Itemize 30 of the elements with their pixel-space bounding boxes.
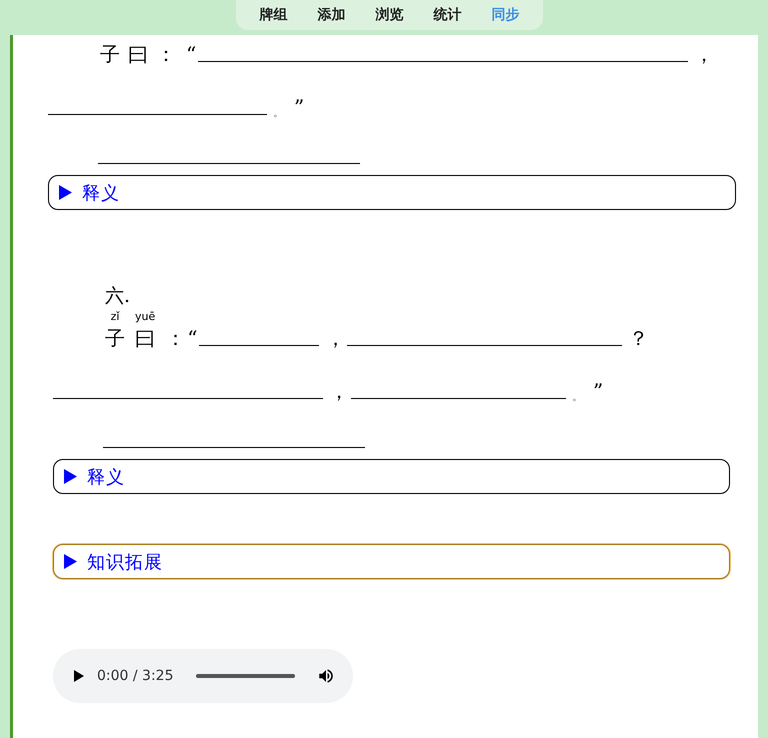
triangle-icon: [59, 185, 72, 200]
triangle-icon: [64, 554, 77, 569]
play-icon[interactable]: [73, 669, 85, 683]
verse-text: ，: [329, 378, 349, 405]
item-number: 六.: [105, 285, 130, 307]
verse-text: ？: [628, 325, 648, 352]
verse-text: “: [187, 325, 198, 352]
disclosure-summary[interactable]: 释义: [48, 175, 736, 210]
verse-text: “: [186, 41, 196, 68]
verse-text: ：: [165, 325, 186, 352]
verse-text: 子曰：: [100, 41, 184, 68]
disclosure-summary[interactable]: 知识拓展: [53, 544, 730, 579]
nav-tab[interactable]: 统计: [420, 0, 476, 30]
nav-tab[interactable]: 牌组: [246, 0, 302, 30]
pinyin: yuē: [135, 310, 156, 324]
volume-icon[interactable]: [317, 667, 335, 685]
verse-text: ”: [294, 94, 304, 121]
pinyin: zǐ: [110, 310, 120, 324]
verse-text: ，: [325, 325, 346, 352]
period-mark: 。: [572, 389, 583, 405]
verse-text: 曰: [135, 325, 156, 352]
verse-text: 子: [105, 325, 125, 352]
nav-tab[interactable]: 添加: [304, 0, 360, 30]
period-mark: 。: [273, 105, 284, 121]
time-display: 0:00 / 3:25: [97, 668, 174, 684]
nav-tab[interactable]: 浏览: [362, 0, 418, 30]
triangle-icon: [64, 469, 77, 484]
disclosure-summary[interactable]: 释义: [53, 459, 730, 494]
verse-text: ，: [694, 41, 714, 68]
verse-text: ”: [593, 378, 604, 405]
